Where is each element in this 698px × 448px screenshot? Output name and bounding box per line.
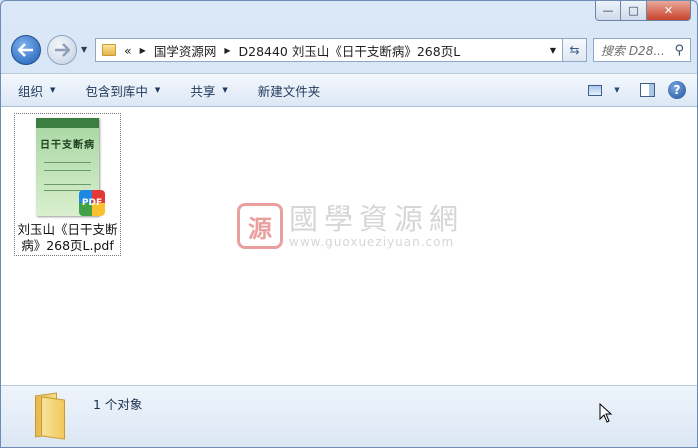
- file-item[interactable]: 日干支断病 PDF 刘玉山《日干支断病》268页L.pdf: [14, 113, 121, 256]
- folder-icon: [102, 44, 116, 56]
- share-menu[interactable]: 共享 ▼: [190, 81, 227, 100]
- item-count: 1 个对象: [93, 397, 143, 412]
- help-button[interactable]: ?: [667, 80, 687, 100]
- arrow-left-icon: [18, 43, 33, 57]
- mouse-cursor-icon: [599, 403, 613, 423]
- include-library-label: 包含到库中: [85, 83, 148, 99]
- new-folder-button[interactable]: 新建文件夹: [258, 81, 321, 100]
- organize-label: 组织: [18, 83, 44, 99]
- watermark-url: www.guoxueziyuan.com: [289, 235, 455, 249]
- thumbnail-line: [44, 170, 91, 171]
- site-watermark: 源 國學資源網 www.guoxueziyuan.com: [237, 203, 464, 249]
- breadcrumb-item-current[interactable]: D28440 刘玉山《日干支断病》268页L: [238, 41, 460, 60]
- preview-pane-icon: [639, 83, 655, 97]
- file-list-pane[interactable]: 日干支断病 PDF 刘玉山《日干支断病》268页L.pdf 源 國學資源網 ww…: [1, 107, 697, 385]
- chevron-down-icon: ▼: [50, 86, 56, 94]
- new-folder-label: 新建文件夹: [257, 83, 321, 99]
- chevron-right-icon[interactable]: ▶: [224, 46, 230, 55]
- close-button[interactable]: ✕: [647, 1, 691, 21]
- chevron-down-icon: ▼: [154, 86, 161, 94]
- thumbnail-line: [44, 162, 91, 163]
- watermark-logo: 源: [237, 203, 283, 249]
- folder-icon: [31, 392, 69, 440]
- file-name-label: 刘玉山《日干支断病》268页L.pdf: [17, 222, 118, 253]
- organize-menu[interactable]: 组织 ▼: [18, 81, 55, 100]
- watermark-text: 國學資源網 www.guoxueziyuan.com: [289, 203, 464, 249]
- address-bar[interactable]: « ▶ 国学资源网 ▶ D28440 刘玉山《日干支断病》268页L ▼: [95, 38, 563, 62]
- caption-buttons: — □ ✕: [595, 1, 691, 21]
- breadcrumb-overflow[interactable]: «: [124, 43, 132, 58]
- recent-pages-dropdown[interactable]: ▼: [81, 45, 87, 54]
- minimize-button[interactable]: —: [595, 1, 621, 21]
- search-icon[interactable]: ⚲: [674, 43, 684, 58]
- search-placeholder: 搜索 D28...: [601, 43, 665, 58]
- include-library-menu[interactable]: 包含到库中 ▼: [85, 81, 160, 100]
- search-input[interactable]: 搜索 D28... ⚲: [593, 38, 691, 62]
- thumbnail-band: [36, 118, 99, 128]
- chevron-down-icon: ▼: [222, 86, 228, 94]
- refresh-icon: ⇆: [569, 43, 580, 57]
- help-icon: ?: [668, 81, 686, 99]
- watermark-chinese: 國學資源網: [289, 202, 465, 236]
- thumbnail-title: 日干支断病: [40, 140, 95, 151]
- breadcrumb-item[interactable]: 国学资源网: [154, 41, 217, 60]
- back-button[interactable]: [11, 35, 41, 65]
- details-pane: 1 个对象: [1, 385, 697, 447]
- command-toolbar: 组织 ▼ 包含到库中 ▼ 共享 ▼ 新建文件夹 ▼ ?: [1, 73, 697, 107]
- forward-button[interactable]: [47, 35, 77, 65]
- preview-pane-button[interactable]: [637, 80, 657, 100]
- share-label: 共享: [190, 83, 216, 99]
- maximize-button[interactable]: □: [621, 1, 647, 21]
- thumbnail-line: [44, 184, 91, 185]
- chevron-right-icon[interactable]: ▶: [140, 46, 146, 55]
- change-view-button[interactable]: [585, 80, 605, 100]
- pdf-icon: PDF: [79, 190, 105, 216]
- arrow-right-icon: [55, 43, 70, 57]
- view-dropdown[interactable]: ▼: [607, 80, 627, 100]
- explorer-window: — □ ✕ ▼ « ▶ 国学资源网 ▶ D28440 刘玉山《日干支断病》268…: [0, 0, 698, 448]
- view-icon: [588, 84, 602, 96]
- navigation-bar: ▼ « ▶ 国学资源网 ▶ D28440 刘玉山《日干支断病》268页L ▼ ⇆…: [9, 33, 691, 67]
- refresh-button[interactable]: ⇆: [563, 38, 587, 62]
- toolbar-right: ▼ ?: [575, 80, 687, 100]
- chevron-down-icon[interactable]: ▼: [550, 46, 556, 55]
